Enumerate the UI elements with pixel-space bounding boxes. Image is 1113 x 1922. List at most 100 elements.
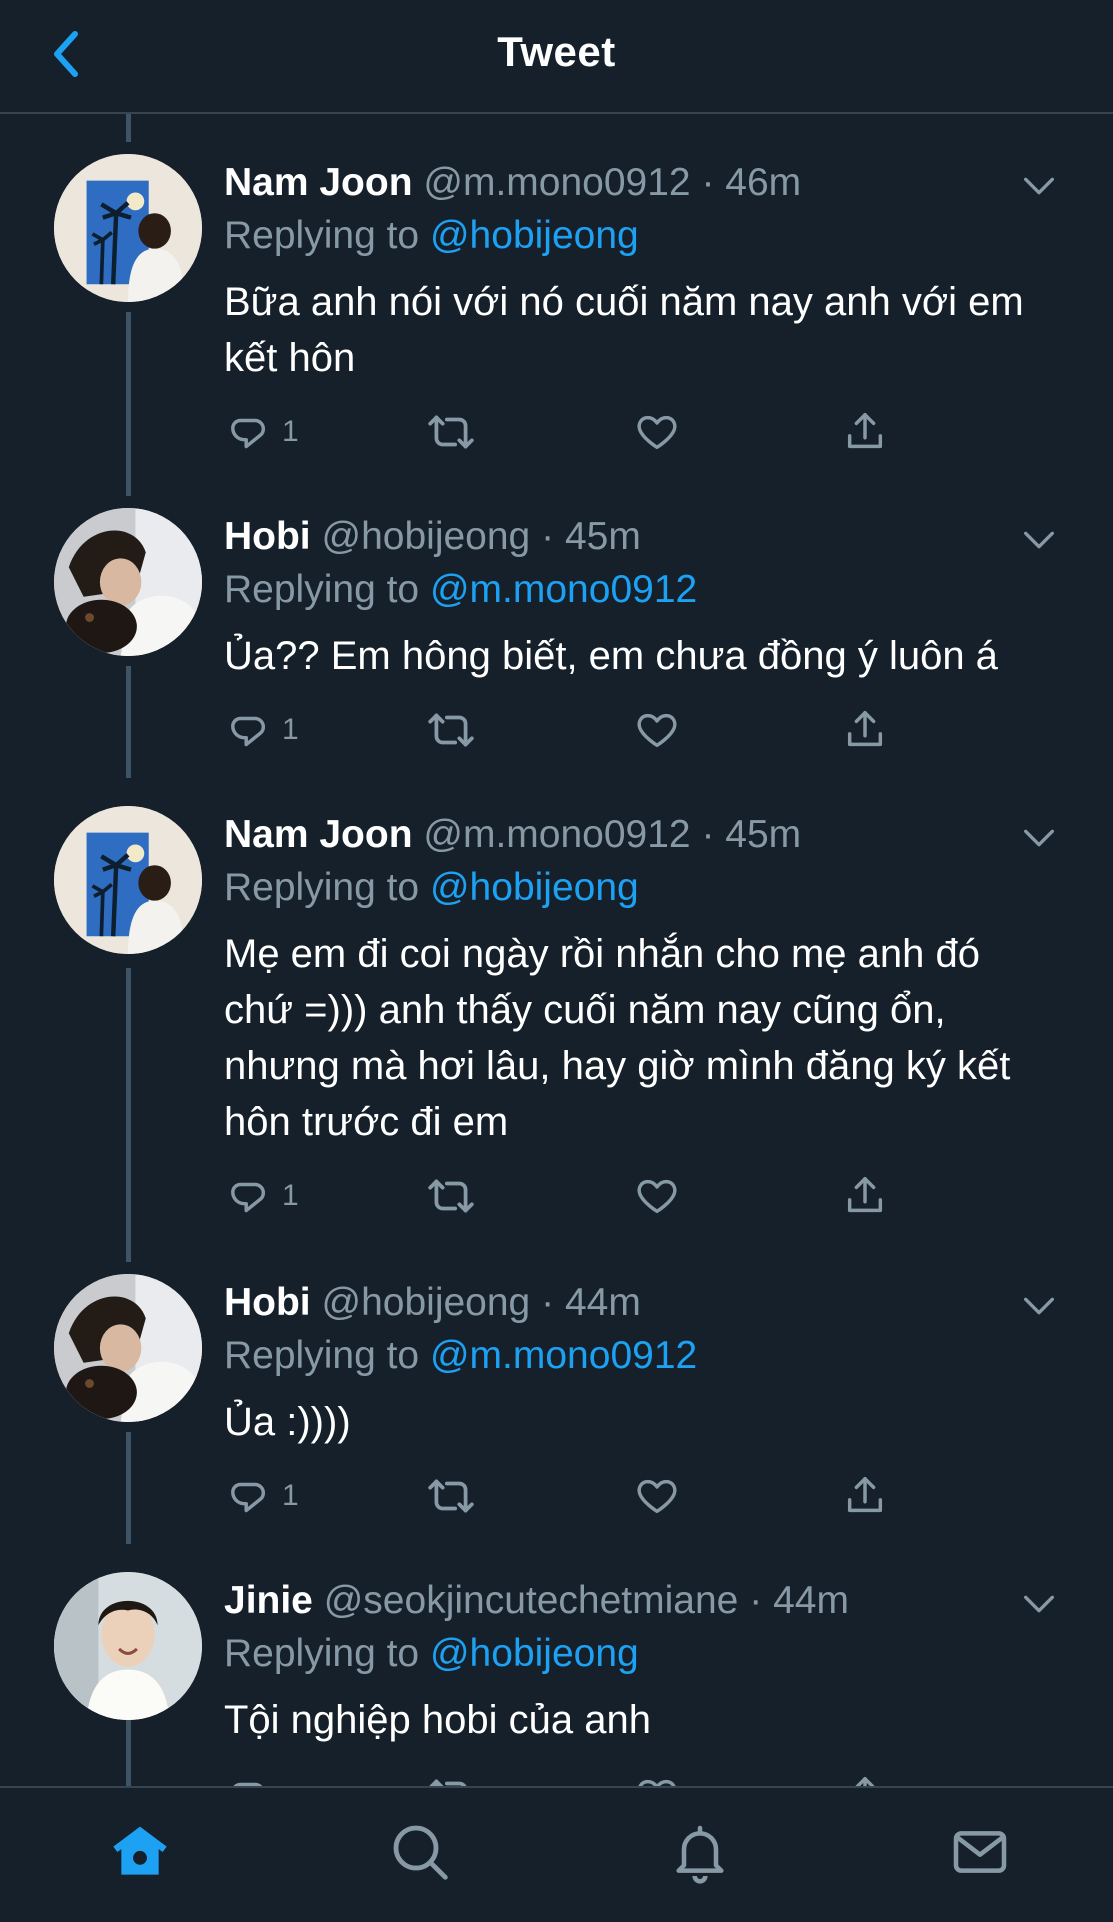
- username[interactable]: @seokjincutechetmiane: [324, 1579, 739, 1622]
- tweet-options-button[interactable]: [1019, 1584, 1059, 1624]
- tweet-options-button[interactable]: [1019, 166, 1059, 206]
- share-button[interactable]: [842, 1468, 888, 1524]
- avatar[interactable]: [54, 508, 202, 656]
- share-button[interactable]: [842, 1768, 888, 1786]
- like-button[interactable]: [634, 702, 680, 758]
- share-button[interactable]: [842, 702, 888, 758]
- reply-button[interactable]: 1: [228, 702, 299, 758]
- share-button[interactable]: [842, 404, 888, 460]
- replying-to-handle[interactable]: @m.mono0912: [430, 568, 697, 611]
- tweet-header: Hobi @hobijeong · 45m: [224, 512, 1053, 562]
- separator: ·: [749, 1579, 763, 1622]
- thread-connector: [126, 968, 131, 1262]
- timestamp[interactable]: 44m: [773, 1579, 849, 1622]
- retweet-icon: [426, 1771, 476, 1786]
- reply-count: 1: [282, 1179, 299, 1212]
- tweet-content: Nam Joon @m.mono0912 · 45m Replying to @…: [224, 810, 1053, 1150]
- timestamp[interactable]: 44m: [565, 1281, 641, 1324]
- tab-messages[interactable]: [940, 1816, 1020, 1888]
- separator: ·: [701, 813, 715, 856]
- chevron-down-icon: [1019, 1286, 1059, 1326]
- tweet-options-button[interactable]: [1019, 520, 1059, 560]
- replying-label: Replying to: [224, 214, 420, 257]
- username[interactable]: @m.mono0912: [423, 161, 690, 204]
- username[interactable]: @m.mono0912: [423, 813, 690, 856]
- username[interactable]: @hobijeong: [322, 1281, 531, 1324]
- avatar[interactable]: [54, 1572, 202, 1720]
- retweet-icon: [426, 407, 476, 457]
- tab-search[interactable]: [380, 1816, 460, 1888]
- like-button[interactable]: [634, 1768, 680, 1786]
- timestamp[interactable]: 45m: [725, 813, 801, 856]
- share-icon: [842, 1173, 888, 1219]
- tab-home[interactable]: [100, 1816, 180, 1888]
- share-icon: [842, 1773, 888, 1786]
- tweet-actions: [224, 1768, 904, 1786]
- page-title: Tweet: [497, 28, 616, 75]
- tweet-content: Hobi @hobijeong · 45m Replying to @m.mon…: [224, 512, 1053, 684]
- thread-connector: [126, 1714, 131, 1786]
- palm-poster-avatar: [54, 806, 202, 954]
- tweet-content: Jinie @seokjincutechetmiane · 44m Replyi…: [224, 1576, 1053, 1748]
- replying-to-handle[interactable]: @hobijeong: [430, 866, 639, 909]
- heart-icon: [634, 1773, 680, 1786]
- display-name[interactable]: Hobi: [224, 1281, 311, 1324]
- tweet-actions: 1: [224, 1168, 904, 1224]
- dog-hug-avatar: [54, 508, 202, 656]
- display-name[interactable]: Hobi: [224, 515, 311, 558]
- chevron-down-icon: [1019, 520, 1059, 560]
- timestamp[interactable]: 46m: [725, 161, 801, 204]
- replying-label: Replying to: [224, 1334, 420, 1377]
- separator: ·: [701, 161, 715, 204]
- retweet-icon: [426, 705, 476, 755]
- heart-icon: [634, 707, 680, 753]
- display-name[interactable]: Nam Joon: [224, 813, 413, 856]
- retweet-button[interactable]: [426, 404, 476, 460]
- reply-icon: [228, 1173, 274, 1219]
- share-button[interactable]: [842, 1168, 888, 1224]
- replying-to-handle[interactable]: @m.mono0912: [430, 1334, 697, 1377]
- reply-button[interactable]: [228, 1768, 282, 1786]
- search-icon: [393, 1825, 448, 1880]
- tweet-text: Tội nghiệp hobi của anh: [224, 1698, 651, 1742]
- tweet-options-button[interactable]: [1019, 1286, 1059, 1326]
- tweet-header: Hobi @hobijeong · 44m: [224, 1278, 1053, 1328]
- tweet-options-button[interactable]: [1019, 818, 1059, 858]
- heart-icon: [634, 1173, 680, 1219]
- replying-label: Replying to: [224, 568, 420, 611]
- reply-thread[interactable]: Nam Joon @m.mono0912 · 46m Replying to @…: [0, 114, 1113, 1786]
- retweet-button[interactable]: [426, 1768, 476, 1786]
- tab-notifications[interactable]: [660, 1816, 740, 1888]
- reply-icon: [228, 1473, 274, 1519]
- timestamp[interactable]: 45m: [565, 515, 641, 558]
- retweet-button[interactable]: [426, 1468, 476, 1524]
- like-button[interactable]: [634, 1468, 680, 1524]
- tweet-text: Ủa :)))): [224, 1400, 351, 1444]
- reply-button[interactable]: 1: [228, 404, 299, 460]
- tweet-actions: 1: [224, 702, 904, 758]
- tweet-content: Hobi @hobijeong · 44m Replying to @m.mon…: [224, 1278, 1053, 1450]
- reply-count: 1: [282, 1479, 299, 1512]
- display-name[interactable]: Jinie: [224, 1579, 313, 1622]
- like-button[interactable]: [634, 404, 680, 460]
- replying-to-handle[interactable]: @hobijeong: [430, 1632, 639, 1675]
- share-icon: [842, 1473, 888, 1519]
- reply-icon: [228, 409, 274, 455]
- avatar[interactable]: [54, 154, 202, 302]
- retweet-button[interactable]: [426, 702, 476, 758]
- replying-label: Replying to: [224, 866, 420, 909]
- display-name[interactable]: Nam Joon: [224, 161, 413, 204]
- reply-icon: [228, 707, 274, 753]
- chevron-down-icon: [1019, 166, 1059, 206]
- retweet-icon: [426, 1171, 476, 1221]
- tweet-text: Ủa?? Em hông biết, em chưa đồng ý luôn á: [224, 634, 998, 678]
- replying-to-handle[interactable]: @hobijeong: [430, 214, 639, 257]
- retweet-button[interactable]: [426, 1168, 476, 1224]
- username[interactable]: @hobijeong: [322, 515, 531, 558]
- reply-button[interactable]: 1: [228, 1468, 299, 1524]
- home-icon: [113, 1826, 167, 1875]
- avatar[interactable]: [54, 1274, 202, 1422]
- reply-button[interactable]: 1: [228, 1168, 299, 1224]
- like-button[interactable]: [634, 1168, 680, 1224]
- avatar[interactable]: [54, 806, 202, 954]
